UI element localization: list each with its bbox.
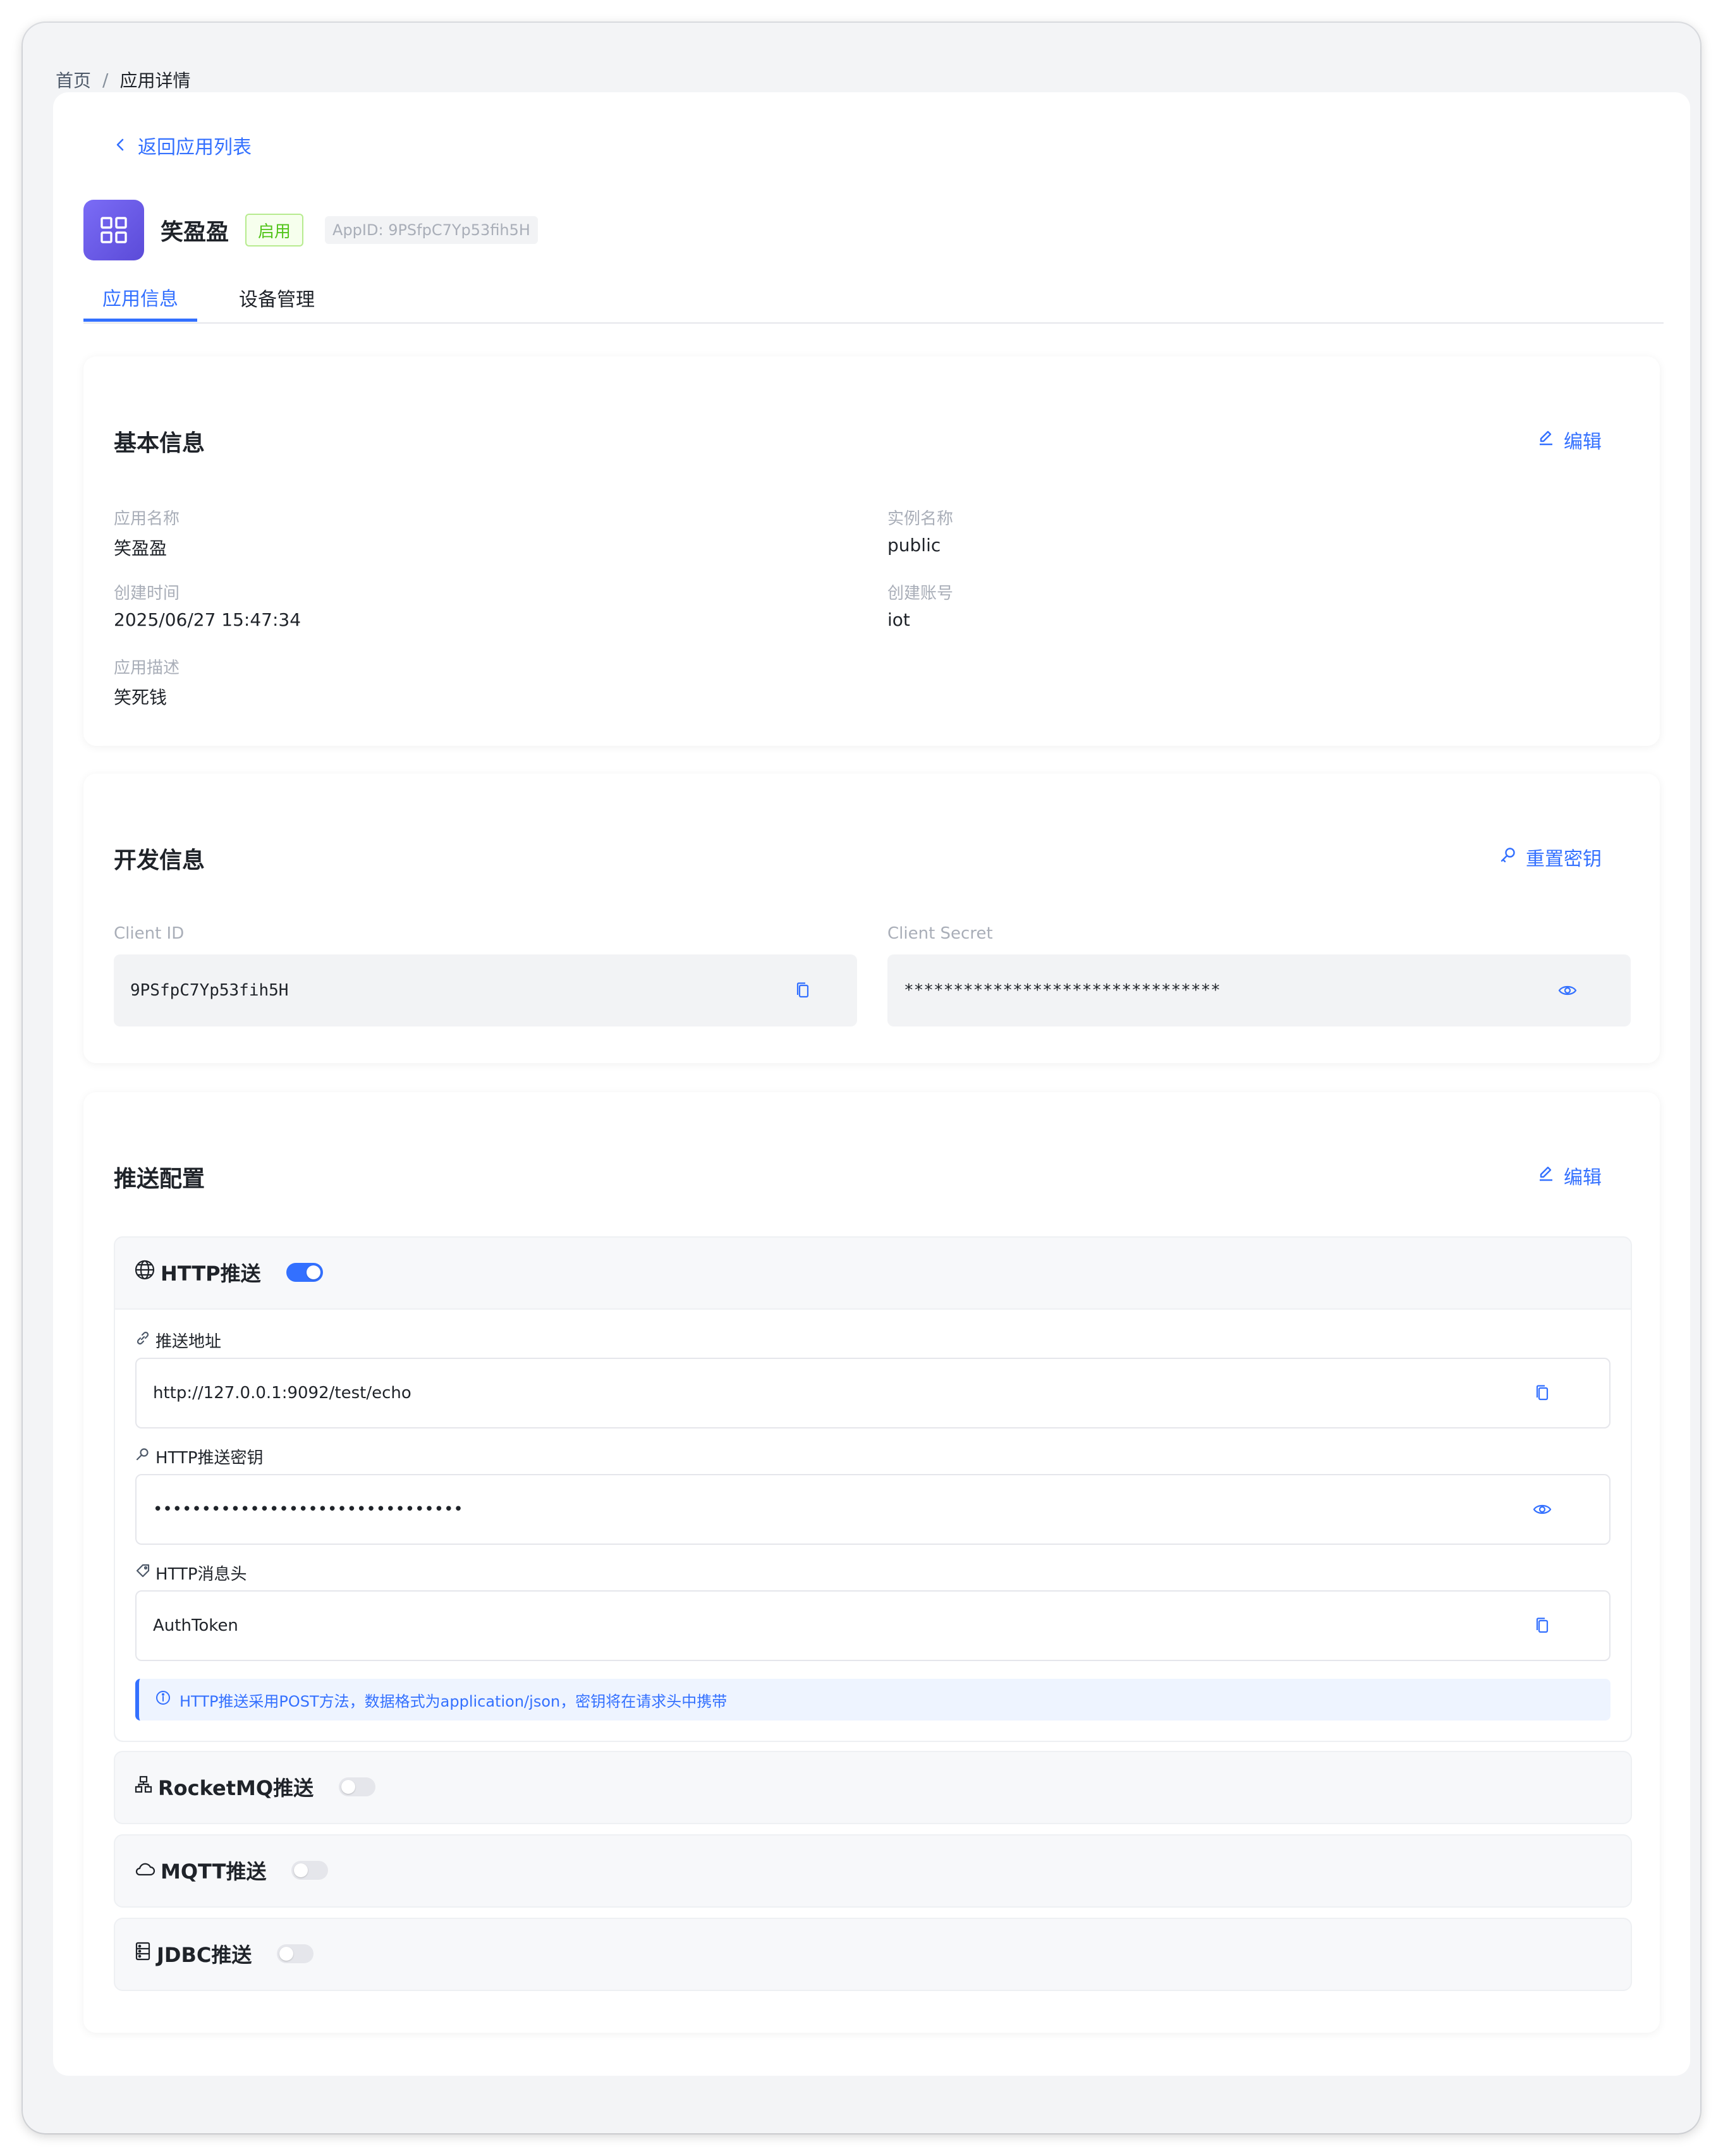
key-icon — [135, 1447, 150, 1466]
copy-client-id-icon[interactable] — [790, 978, 815, 1003]
info-icon — [155, 1690, 171, 1709]
app-grid-icon — [83, 200, 144, 260]
dev-info-card: 开发信息 重置密钥 Client ID 9PSfpC7Yp53fih5H Cli… — [83, 774, 1660, 1063]
client-secret-field: ******************************** — [887, 954, 1631, 1026]
eye-icon[interactable] — [1555, 978, 1580, 1003]
status-badge: 启用 — [245, 214, 304, 247]
push-url-label-row: 推送地址 — [135, 1329, 221, 1352]
edit-push-config-button[interactable]: 编辑 — [1537, 1162, 1602, 1190]
push-url-value: http://127.0.0.1:9092/test/echo — [153, 1384, 411, 1403]
push-header-field: AuthToken — [135, 1590, 1610, 1661]
instance-label: 实例名称 — [887, 509, 954, 528]
dev-info-title: 开发信息 — [114, 848, 205, 874]
app-desc-value: 笑死钱 — [114, 687, 167, 708]
push-config-card: 推送配置 编辑 HTTP推送 推送地址 http://127.0.0.1:909… — [83, 1092, 1660, 2033]
client-id-label: Client ID — [114, 924, 185, 943]
link-icon — [135, 1331, 150, 1350]
http-push-header: HTTP推送 — [115, 1238, 1631, 1307]
app-window: 首页 / 应用详情 返回应用列表 笑盈盈 启用 AppID: 9PSfpC7Yp… — [23, 23, 1700, 2133]
back-to-list-link[interactable]: 返回应用列表 — [114, 131, 252, 159]
mqtt-push-panel: MQTT推送 — [114, 1834, 1632, 1908]
app-name: 笑盈盈 — [161, 219, 229, 245]
rocketmq-push-toggle[interactable] — [339, 1777, 376, 1796]
detail-page: 返回应用列表 笑盈盈 启用 AppID: 9PSfpC7Yp53fih5H 应用… — [53, 92, 1690, 2076]
http-push-title: HTTP推送 — [161, 1262, 261, 1286]
back-link-label: 返回应用列表 — [138, 137, 252, 159]
created-account-value: iot — [887, 609, 910, 630]
rocketmq-push-panel: RocketMQ推送 — [114, 1751, 1632, 1824]
tab-app-info[interactable]: 应用信息 — [83, 276, 197, 322]
push-header-value: AuthToken — [153, 1616, 238, 1635]
app-header: 笑盈盈 启用 AppID: 9PSfpC7Yp53fih5H — [83, 200, 538, 260]
http-push-toggle[interactable] — [286, 1263, 323, 1282]
reset-secret-button[interactable]: 重置密钥 — [1499, 843, 1602, 871]
created-time-label: 创建时间 — [114, 584, 180, 603]
edit-basic-info-button[interactable]: 编辑 — [1537, 426, 1602, 454]
push-secret-label: HTTP推送密钥 — [155, 1449, 264, 1468]
edit-label: 编辑 — [1564, 431, 1602, 453]
push-header-label: HTTP消息头 — [155, 1565, 247, 1584]
jdbc-push-toggle[interactable] — [277, 1944, 314, 1963]
database-icon — [134, 1941, 152, 1966]
tab-device-management[interactable]: 设备管理 — [220, 276, 334, 320]
push-url-label: 推送地址 — [155, 1332, 222, 1351]
cloud-icon — [134, 1858, 155, 1882]
edit-icon — [1537, 1164, 1555, 1187]
client-secret-value: ******************************** — [904, 981, 1221, 1000]
basic-info-title: 基本信息 — [114, 430, 205, 456]
chevron-left-icon — [114, 135, 128, 157]
copy-header-icon[interactable] — [1530, 1613, 1555, 1638]
breadcrumb-separator: / — [102, 69, 109, 90]
cluster-icon — [134, 1775, 153, 1799]
app-id-tag: AppID: 9PSfpC7Yp53fih5H — [325, 216, 538, 244]
breadcrumb-current: 应用详情 — [119, 70, 191, 91]
basic-info-card: 基本信息 编辑 应用名称 笑盈盈 实例名称 public 创建时间 2025/0… — [83, 356, 1660, 746]
app-desc-label: 应用描述 — [114, 659, 180, 678]
app-name-label: 应用名称 — [114, 509, 180, 528]
mqtt-push-title: MQTT推送 — [161, 1860, 267, 1884]
created-time-value: 2025/06/27 15:47:34 — [114, 609, 301, 630]
jdbc-push-panel: JDBC推送 — [114, 1918, 1632, 1991]
jdbc-push-title: JDBC推送 — [157, 1943, 252, 1967]
globe-icon — [134, 1259, 155, 1286]
tab-bar: 应用信息 设备管理 — [83, 276, 1664, 324]
edit-label: 编辑 — [1564, 1167, 1602, 1189]
instance-value: public — [887, 535, 941, 556]
copy-url-icon[interactable] — [1530, 1380, 1555, 1406]
jdbc-push-header: JDBC推送 — [115, 1919, 1631, 1989]
client-secret-label: Client Secret — [887, 924, 993, 943]
edit-icon — [1537, 429, 1555, 451]
client-id-value: 9PSfpC7Yp53fih5H — [130, 981, 289, 1000]
reset-secret-label: 重置密钥 — [1526, 848, 1602, 870]
http-push-info-text: HTTP推送采用POST方法，数据格式为application/json，密钥将… — [180, 1692, 728, 1710]
push-config-title: 推送配置 — [114, 1166, 205, 1192]
push-secret-value: •••••••••••••••••••••••••••••••• — [153, 1500, 463, 1519]
app-name-value: 笑盈盈 — [114, 538, 167, 559]
key-icon — [1499, 846, 1517, 868]
eye-icon[interactable] — [1530, 1497, 1555, 1522]
push-secret-label-row: HTTP推送密钥 — [135, 1445, 264, 1468]
breadcrumb: 首页 / 应用详情 — [56, 67, 190, 92]
http-push-panel: HTTP推送 推送地址 http://127.0.0.1:9092/test/e… — [114, 1236, 1632, 1742]
mqtt-push-header: MQTT推送 — [115, 1836, 1631, 1905]
breadcrumb-home[interactable]: 首页 — [56, 67, 91, 92]
push-header-label-row: HTTP消息头 — [135, 1561, 247, 1585]
http-push-info-alert: HTTP推送采用POST方法，数据格式为application/json，密钥将… — [135, 1679, 1610, 1721]
rocketmq-push-header: RocketMQ推送 — [115, 1752, 1631, 1822]
push-secret-field: •••••••••••••••••••••••••••••••• — [135, 1474, 1610, 1545]
client-id-field: 9PSfpC7Yp53fih5H — [114, 954, 857, 1026]
tag-icon — [135, 1563, 150, 1583]
rocketmq-push-title: RocketMQ推送 — [158, 1776, 314, 1800]
created-account-label: 创建账号 — [887, 584, 954, 603]
push-url-field: http://127.0.0.1:9092/test/echo — [135, 1358, 1610, 1428]
http-push-body: 推送地址 http://127.0.0.1:9092/test/echo HTT… — [115, 1308, 1631, 1741]
mqtt-push-toggle[interactable] — [291, 1861, 329, 1880]
